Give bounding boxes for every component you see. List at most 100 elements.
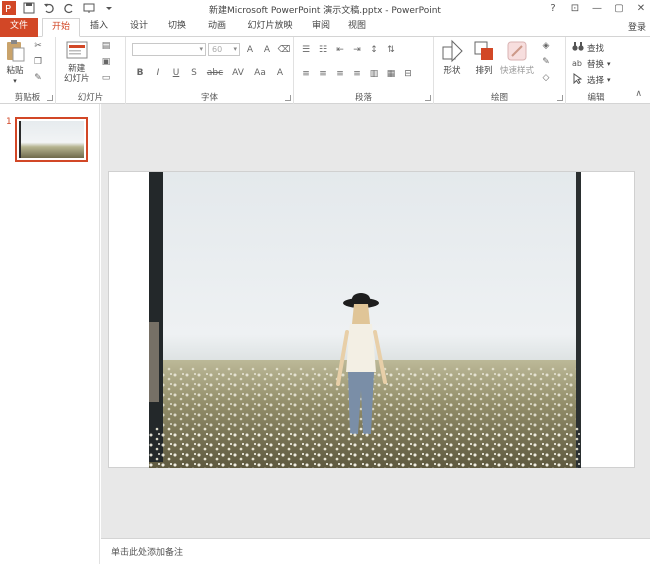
paste-icon bbox=[4, 39, 26, 66]
notes-placeholder: 单击此处添加备注 bbox=[111, 548, 184, 558]
new-slide-button[interactable]: 新建 幻灯片 bbox=[64, 39, 90, 84]
current-slide[interactable] bbox=[108, 171, 635, 468]
arrange-label: 排列 bbox=[475, 66, 493, 76]
ribbon-display-icon[interactable]: ⊡ bbox=[568, 1, 582, 15]
maximize-icon[interactable]: ▢ bbox=[612, 1, 626, 15]
text-direction-icon[interactable]: ⇅ bbox=[385, 44, 397, 56]
slide-thumbnail-image bbox=[19, 121, 84, 158]
italic-button[interactable]: I bbox=[152, 67, 164, 79]
font-format-buttons: B I U S abc AV Aa A bbox=[134, 67, 286, 79]
slide-thumbnail-pane: 1 bbox=[0, 104, 100, 564]
tab-home[interactable]: 开始 bbox=[42, 18, 80, 37]
slides-group: 新建 幻灯片 ▤ ▣ ▭ 幻灯片 bbox=[56, 37, 126, 104]
drawing-launcher-icon[interactable] bbox=[557, 95, 563, 101]
format-painter-icon[interactable]: ✎ bbox=[32, 72, 44, 84]
align-left-icon[interactable]: ≡ bbox=[300, 68, 312, 80]
title-bar: P 新建Microsoft PowerPoint 演示文稿.pptx - Pow… bbox=[0, 0, 650, 18]
justify-icon[interactable]: ≡ bbox=[351, 68, 363, 80]
font-launcher-icon[interactable] bbox=[285, 95, 291, 101]
char-spacing-button[interactable]: AV bbox=[230, 67, 246, 79]
new-slide-label-2: 幻灯片 bbox=[64, 74, 90, 84]
find-button[interactable]: 查找 bbox=[572, 41, 604, 55]
paste-label: 粘贴 bbox=[6, 66, 24, 76]
underline-button[interactable]: U bbox=[170, 67, 182, 79]
section-icon[interactable]: ▭ bbox=[100, 72, 112, 84]
columns-icon[interactable]: ▦ bbox=[385, 68, 397, 80]
replace-label: 替换 bbox=[587, 60, 605, 70]
drawing-group-label: 绘图 bbox=[490, 93, 508, 103]
ribbon: 粘贴 ▾ ✂ ❐ ✎ 剪贴板 新建 幻灯片 ▤ ▣ ▭ 幻灯片 60 bbox=[0, 37, 650, 104]
copy-icon[interactable]: ❐ bbox=[32, 56, 44, 68]
paragraph-group: ☰ ☷ ⇤ ⇥ ↕ ⇅ ≡ ≡ ≡ ≡ ▥ ▦ ⊟ 段落 bbox=[294, 37, 434, 104]
shape-fill-icon[interactable]: ◈ bbox=[540, 40, 552, 52]
find-label: 查找 bbox=[587, 44, 605, 54]
slide-number: 1 bbox=[6, 117, 12, 127]
select-label: 选择 bbox=[587, 76, 605, 86]
shape-outline-icon[interactable]: ✎ bbox=[540, 56, 552, 68]
shape-effects-icon[interactable]: ◇ bbox=[540, 72, 552, 84]
quick-styles-button[interactable]: 快速样式 bbox=[500, 39, 534, 76]
clear-format-icon[interactable]: ⌫ bbox=[278, 44, 291, 56]
tab-review[interactable]: 审阅 bbox=[304, 18, 338, 37]
tab-slideshow[interactable]: 幻灯片放映 bbox=[242, 18, 298, 37]
font-group-label: 字体 bbox=[200, 93, 218, 103]
slide-thumbnail[interactable] bbox=[15, 117, 88, 162]
new-slide-icon bbox=[65, 39, 89, 64]
replace-icon: ab bbox=[572, 57, 584, 71]
minimize-icon[interactable]: — bbox=[590, 1, 604, 15]
tab-animations[interactable]: 动画 bbox=[200, 18, 234, 37]
align-center-icon[interactable]: ≡ bbox=[317, 68, 329, 80]
line-spacing-icon[interactable]: ↕ bbox=[368, 44, 380, 56]
replace-button[interactable]: ab 替换 ▾ bbox=[572, 57, 611, 71]
quick-styles-label: 快速样式 bbox=[500, 66, 535, 76]
decrease-indent-icon[interactable]: ⇤ bbox=[334, 44, 346, 56]
binoculars-icon bbox=[572, 41, 584, 55]
align-buttons: ≡ ≡ ≡ ≡ ▥ ▦ ⊟ bbox=[300, 68, 414, 80]
font-family-combo[interactable] bbox=[132, 43, 206, 56]
align-right-icon[interactable]: ≡ bbox=[334, 68, 346, 80]
tab-insert[interactable]: 插入 bbox=[82, 18, 116, 37]
bullets-icon[interactable]: ☰ bbox=[300, 44, 312, 56]
collapse-ribbon-icon[interactable]: ∧ bbox=[635, 89, 642, 99]
cut-icon[interactable]: ✂ bbox=[32, 40, 44, 52]
align-text-icon[interactable]: ⊟ bbox=[402, 68, 414, 80]
reset-icon[interactable]: ▣ bbox=[100, 56, 112, 68]
bold-button[interactable]: B bbox=[134, 67, 146, 79]
shapes-icon bbox=[440, 39, 464, 66]
tab-transitions[interactable]: 切换 bbox=[160, 18, 194, 37]
svg-text:ab: ab bbox=[572, 59, 582, 68]
layout-icon[interactable]: ▤ bbox=[100, 40, 112, 52]
notes-pane[interactable]: 单击此处添加备注 bbox=[101, 538, 650, 564]
slide-photo[interactable] bbox=[149, 172, 581, 468]
clipboard-launcher-icon[interactable] bbox=[47, 95, 53, 101]
clipboard-small-buttons: ✂ ❐ ✎ bbox=[32, 40, 44, 84]
slides-group-label: 幻灯片 bbox=[77, 93, 104, 103]
font-color-button[interactable]: A bbox=[274, 67, 286, 79]
drawing-group: 形状 排列 快速样式 ◈ ✎ ◇ 绘图 bbox=[434, 37, 566, 104]
arrange-button[interactable]: 排列 bbox=[472, 39, 496, 76]
strikethrough-button[interactable]: abc bbox=[206, 67, 224, 79]
distributed-icon[interactable]: ▥ bbox=[368, 68, 380, 80]
list-buttons: ☰ ☷ ⇤ ⇥ ↕ ⇅ bbox=[300, 44, 397, 56]
font-size-combo[interactable]: 60 bbox=[208, 43, 240, 56]
shrink-font-icon[interactable]: A bbox=[261, 44, 273, 56]
new-slide-label-1: 新建 bbox=[68, 64, 86, 74]
paragraph-launcher-icon[interactable] bbox=[425, 95, 431, 101]
quick-styles-icon bbox=[505, 39, 529, 66]
numbering-icon[interactable]: ☷ bbox=[317, 44, 329, 56]
paragraph-group-label: 段落 bbox=[354, 93, 372, 103]
close-icon[interactable]: ✕ bbox=[634, 1, 648, 15]
tab-view[interactable]: 视图 bbox=[340, 18, 374, 37]
slide-editing-area bbox=[101, 104, 650, 538]
help-icon[interactable]: ? bbox=[546, 1, 560, 15]
login-link[interactable]: 登录 bbox=[628, 20, 646, 33]
select-button[interactable]: 选择 ▾ bbox=[572, 73, 611, 87]
shadow-button[interactable]: S bbox=[188, 67, 200, 79]
grow-font-icon[interactable]: A bbox=[244, 44, 256, 56]
change-case-button[interactable]: Aa bbox=[252, 67, 268, 79]
shapes-button[interactable]: 形状 bbox=[440, 39, 464, 76]
tab-file[interactable]: 文件 bbox=[0, 18, 38, 37]
increase-indent-icon[interactable]: ⇥ bbox=[351, 44, 363, 56]
tab-design[interactable]: 设计 bbox=[122, 18, 156, 37]
paste-button[interactable]: 粘贴 ▾ bbox=[4, 39, 26, 86]
